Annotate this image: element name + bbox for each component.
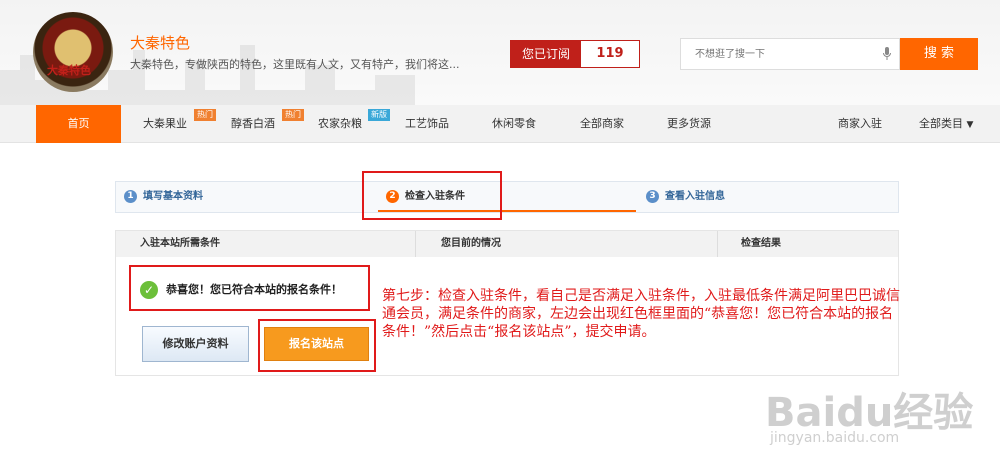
- search-input[interactable]: [681, 39, 871, 69]
- logo-text: 大秦特色: [47, 64, 91, 77]
- instruction-note: 第七步：检查入驻条件，看自己是否满足入驻条件，入驻最低条件满足阿里巴巴诚信通会员…: [382, 288, 900, 340]
- column-header: 入驻本站所需条件: [140, 238, 220, 249]
- step-number: 1: [124, 189, 137, 203]
- edit-account-button[interactable]: 修改账户资料: [142, 326, 249, 362]
- all-categories-label: 全部类目: [919, 117, 963, 130]
- step-label: 查看入驻信息: [665, 191, 725, 202]
- table-header: 入驻本站所需条件 您目前的情况 检查结果: [116, 231, 898, 257]
- progress-steps: 1 填写基本资料 2 检查入驻条件 3 查看入驻信息: [115, 181, 899, 213]
- nav-item-grain[interactable]: 农家杂粮: [318, 105, 362, 143]
- shop-logo[interactable]: 大秦特色: [33, 12, 113, 92]
- nav-item-crafts[interactable]: 工艺饰品: [405, 105, 449, 143]
- step-label: 填写基本资料: [143, 191, 203, 202]
- shop-header: 大秦特色 大秦特色 大秦特色，专做陕西的特色，这里既有人文，又有特产，我们将这.…: [0, 0, 1000, 105]
- caret-down-icon: ▼: [966, 120, 974, 130]
- column-header: 检查结果: [741, 238, 781, 249]
- hot-badge: 热门: [282, 109, 304, 121]
- nav-item-snacks[interactable]: 休闲零食: [492, 105, 536, 143]
- highlight-box: [258, 319, 376, 372]
- subscribe-count: 119: [596, 46, 624, 61]
- nav-item-more-sources[interactable]: 更多货源: [667, 105, 711, 143]
- highlight-box: [362, 171, 502, 220]
- nav-home[interactable]: 首页: [36, 105, 121, 143]
- step-1: 1 填写基本资料: [124, 182, 203, 212]
- subscribe-label: 您已订阅: [511, 41, 581, 67]
- nav-all-categories[interactable]: 全部类目 ▼: [919, 105, 973, 143]
- nav-item-all-merchants[interactable]: 全部商家: [580, 105, 624, 143]
- main-nav: 首页 大秦果业 热门 醇香白酒 热门 农家杂粮 新版 工艺饰品 休闲零食 全部商…: [0, 105, 1000, 143]
- shop-description: 大秦特色，专做陕西的特色，这里既有人文，又有特产，我们将这...: [130, 58, 460, 71]
- new-badge: 新版: [368, 109, 390, 121]
- column-divider: [415, 231, 416, 257]
- step-number: 3: [646, 189, 659, 203]
- search-box: [680, 38, 900, 70]
- column-header: 您目前的情况: [441, 238, 501, 249]
- search-button[interactable]: 搜 索: [900, 38, 978, 70]
- subscribe-box[interactable]: 您已订阅 119: [510, 40, 640, 68]
- nav-merchant-join[interactable]: 商家入驻: [838, 105, 882, 143]
- highlight-box: [129, 265, 370, 311]
- microphone-icon[interactable]: [883, 47, 891, 61]
- nav-item-fruit[interactable]: 大秦果业: [143, 105, 187, 143]
- watermark-url: jingyan.baidu.com: [770, 430, 900, 446]
- column-divider: [717, 231, 718, 257]
- nav-item-liquor[interactable]: 醇香白酒: [231, 105, 275, 143]
- shop-name[interactable]: 大秦特色: [130, 32, 190, 53]
- hot-badge: 热门: [194, 109, 216, 121]
- step-3: 3 查看入驻信息: [646, 182, 725, 212]
